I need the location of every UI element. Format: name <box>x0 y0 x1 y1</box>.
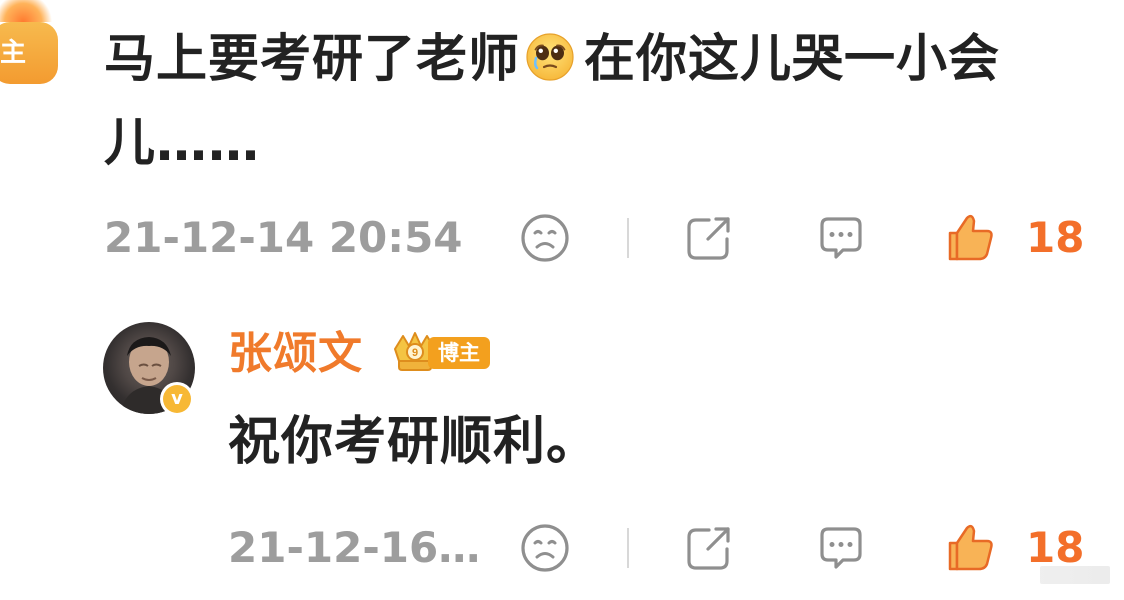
verified-badge-mark: v <box>163 385 191 413</box>
comment-text-part1: 马上要考研了老师 <box>104 30 521 89</box>
reply-author-name[interactable]: 张颂文 <box>228 324 363 384</box>
thumbs-up-icon[interactable] <box>942 209 1000 267</box>
comment-meta-row: 21-12-14 20:54 18 <box>0 208 1124 268</box>
meta-divider <box>627 218 629 258</box>
meta-divider <box>627 528 629 568</box>
share-icon[interactable] <box>680 519 738 577</box>
sad-face-icon[interactable] <box>516 209 574 267</box>
comment-thread: 主 马上要考研了老师 在你这儿哭一小会儿…… 21-12-14 20:54 18… <box>0 0 1124 600</box>
reply-text: 祝你考研顺利。 <box>228 412 600 472</box>
comment-icon[interactable] <box>812 209 870 267</box>
watermark <box>1040 566 1110 584</box>
svg-text:9: 9 <box>412 347 418 359</box>
thumbs-up-icon[interactable] <box>942 519 1000 577</box>
pleading-face-icon <box>524 25 576 81</box>
blogger-tag: 博主 <box>428 337 490 369</box>
partial-avatar-decoration <box>0 0 58 22</box>
reply-meta-row: 21-12-16… 18 <box>0 518 1124 578</box>
comment-like-count: 18 <box>1026 213 1085 262</box>
comment-timestamp: 21-12-14 20:54 <box>104 213 463 262</box>
comment-icon[interactable] <box>812 519 870 577</box>
share-icon[interactable] <box>680 209 738 267</box>
reply-timestamp: 21-12-16… <box>228 523 481 572</box>
verified-badge: v <box>160 382 194 416</box>
partial-user-badge: 主 <box>0 22 58 84</box>
sad-face-icon[interactable] <box>516 519 574 577</box>
author-badge: 9 博主 <box>389 326 501 376</box>
partial-user-badge-label: 主 <box>0 38 27 68</box>
comment-text: 马上要考研了老师 在你这儿哭一小会儿…… <box>104 18 1084 186</box>
